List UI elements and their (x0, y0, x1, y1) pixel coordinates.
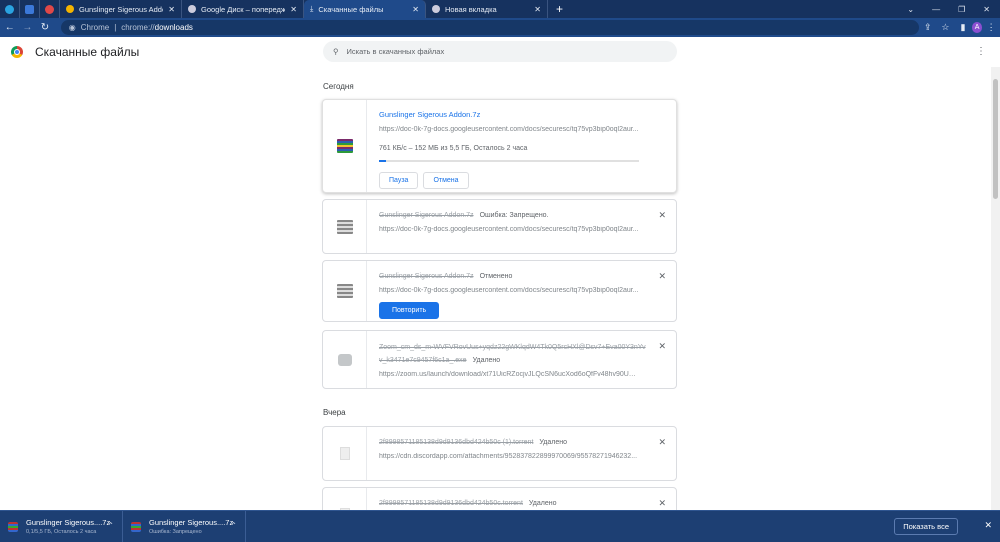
section-yesterday: Вчера (323, 408, 346, 417)
scrollbar-thumb[interactable] (993, 79, 998, 199)
tab-downloads[interactable]: ⤓ Скачанные файлы ✕ (304, 0, 426, 18)
close-icon[interactable]: ✕ (168, 5, 175, 14)
file-name: Gunslinger Sigerous Addon.7z (379, 212, 474, 219)
file-url[interactable]: https://zoom.us/launch/download/xt71UicR… (379, 371, 639, 378)
back-button[interactable]: ← (2, 22, 18, 33)
status-text: Ошибка: Запрещено. (479, 212, 549, 219)
shelf-item-name: Gunslinger Sigerous....7z (26, 518, 111, 527)
url-host: downloads (154, 23, 193, 32)
status-text: Удалено (472, 357, 501, 364)
avatar[interactable]: A (971, 22, 983, 33)
more-actions-icon[interactable]: ⋮ (976, 46, 986, 57)
download-item: Gunslinger Sigerous Addon.7z https://doc… (322, 99, 677, 193)
chrome-logo-icon (11, 46, 23, 58)
new-tab-button[interactable]: + (548, 2, 571, 16)
download-item: Zoom_cm_ds_m-WVFVRovUus+yqdz22gWKlqdW4Tk… (322, 330, 677, 389)
download-shelf: Gunslinger Sigerous....7z 0,1/5,5 ГБ, Ост… (0, 510, 1000, 542)
tab-google-drive-warning[interactable]: Google Диск – попереджения про вирусы✕ (182, 0, 304, 18)
bookmark-star-icon[interactable]: ☆ (937, 22, 955, 33)
download-item: 2f8998571185138d9d9136dbd424b50c (1).tor… (322, 426, 677, 481)
tab-google-drive-file[interactable]: Gunslinger Sigerous Addon.7z - Google Ди… (60, 0, 182, 18)
torrent-file-icon (339, 447, 350, 460)
chevron-up-icon[interactable]: ⌃ (107, 521, 114, 530)
page-title: Скачанные файлы (35, 45, 140, 59)
pinned-tab-telegram[interactable] (0, 0, 20, 18)
section-today: Сегодня (323, 82, 354, 91)
file-name: Gunslinger Sigerous Addon.7z (379, 273, 474, 280)
chrome-icon: ◉ (68, 23, 76, 32)
url-text: chrome://downloads (121, 23, 193, 32)
maximize-button[interactable]: ❐ (958, 5, 965, 14)
download-item: Gunslinger Sigerous Addon.7z Отменено htt… (322, 260, 677, 322)
remove-icon[interactable]: ✕ (658, 498, 666, 509)
shelf-download-item[interactable]: Gunslinger Sigerous....7z Ошибка: Запреще… (123, 511, 246, 542)
pinned-tab-2[interactable] (20, 0, 40, 18)
globe-icon (188, 5, 196, 13)
download-icon: ⤓ (310, 4, 314, 13)
remove-icon[interactable]: ✕ (658, 341, 666, 352)
file-url[interactable]: https://doc-0k-7g-docs.googleusercontent… (379, 226, 639, 233)
toolbar: ← → ↻ ◉ Chrome | chrome://downloads ⇪ ☆ ▮ A… (0, 18, 1000, 37)
chrome-icon (432, 5, 440, 13)
file-name: 2f8998571185138d9d9136dbd424b50c (1).tor… (379, 439, 534, 446)
file-url[interactable]: https://doc-0k-7g-docs.googleusercontent… (379, 126, 639, 133)
status-text: Отменено (479, 273, 513, 280)
remove-icon[interactable]: ✕ (658, 210, 666, 221)
reload-button[interactable]: ↻ (37, 22, 53, 33)
file-name: 2f8998571185138d9d9136dbd424b50c.torrent (379, 500, 523, 507)
close-shelf-icon[interactable]: ✕ (984, 520, 992, 531)
zoom-app-icon (337, 353, 352, 366)
downloads-header: Скачанные файлы ⚲ Искать в скачанных файл… (0, 37, 1000, 67)
shelf-item-name: Gunslinger Sigerous....7z (149, 518, 234, 527)
remove-icon[interactable]: ✕ (658, 437, 666, 448)
close-icon[interactable]: ✕ (412, 5, 419, 14)
share-icon[interactable]: ⇪ (919, 22, 937, 33)
close-icon[interactable]: ✕ (290, 5, 297, 14)
progress-bar (379, 160, 639, 162)
download-item: Gunslinger Sigerous Addon.7z Ошибка: Запр… (322, 199, 677, 254)
shelf-item-status: Ошибка: Запрещено (149, 529, 202, 535)
shelf-item-status: 0,1/5,5 ГБ, Осталось 2 часа (26, 529, 97, 535)
scrollbar[interactable] (991, 67, 1000, 510)
tab-search-icon[interactable]: ⌄ (907, 5, 914, 14)
archive-file-icon (8, 521, 18, 532)
chevron-up-icon[interactable]: ⌃ (230, 521, 237, 530)
file-url[interactable]: https://doc-0k-7g-docs.googleusercontent… (379, 287, 639, 294)
archive-file-icon (336, 284, 353, 298)
progress-fill (379, 160, 387, 162)
archive-file-icon (336, 139, 353, 153)
search-placeholder: Искать в скачанных файлах (346, 47, 445, 56)
archive-file-icon (131, 521, 141, 532)
close-icon[interactable]: ✕ (534, 5, 541, 14)
forward-button[interactable]: → (20, 22, 36, 33)
cancel-button[interactable]: Отмена (423, 172, 469, 189)
search-input[interactable]: ⚲ Искать в скачанных файлах (323, 41, 677, 62)
address-bar[interactable]: ◉ Chrome | chrome://downloads (60, 20, 920, 35)
status-text: Удалено (528, 500, 557, 507)
google-drive-icon (66, 5, 74, 13)
tab-new-tab[interactable]: Новая вкладка ✕ (426, 0, 548, 18)
file-link[interactable]: Gunslinger Sigerous Addon.7z (379, 110, 664, 119)
show-all-button[interactable]: Показать все (894, 518, 958, 535)
separator: | (114, 23, 117, 32)
minimize-button[interactable]: — (932, 5, 940, 14)
search-icon: ⚲ (333, 47, 339, 56)
pinned-tab-3[interactable] (40, 0, 60, 18)
pause-button[interactable]: Пауза (379, 172, 419, 189)
file-url[interactable]: https://cdn.discordapp.com/attachments/9… (379, 453, 639, 460)
status-text: Удалено (539, 439, 568, 446)
tab-strip: Gunslinger Sigerous Addon.7z - Google Ди… (0, 0, 1000, 18)
file-name: Zoom_cm_ds_m-WVFVRovUus+yqdz22gWKlqdW4Tk… (379, 344, 646, 364)
menu-icon[interactable]: ⋮ (982, 22, 1000, 33)
window-close-button[interactable]: ✕ (983, 5, 990, 14)
retry-button[interactable]: Повторить (379, 302, 440, 319)
archive-file-icon (336, 219, 353, 234)
url-prefix: chrome:// (121, 23, 155, 32)
remove-icon[interactable]: ✕ (658, 271, 666, 282)
side-panel-icon[interactable]: ▮ (954, 22, 972, 33)
progress-text: 761 КБ/с – 152 МБ из 5,5 ГБ, Осталось 2 … (379, 145, 528, 152)
shelf-download-item[interactable]: Gunslinger Sigerous....7z 0,1/5,5 ГБ, Ост… (0, 511, 123, 542)
